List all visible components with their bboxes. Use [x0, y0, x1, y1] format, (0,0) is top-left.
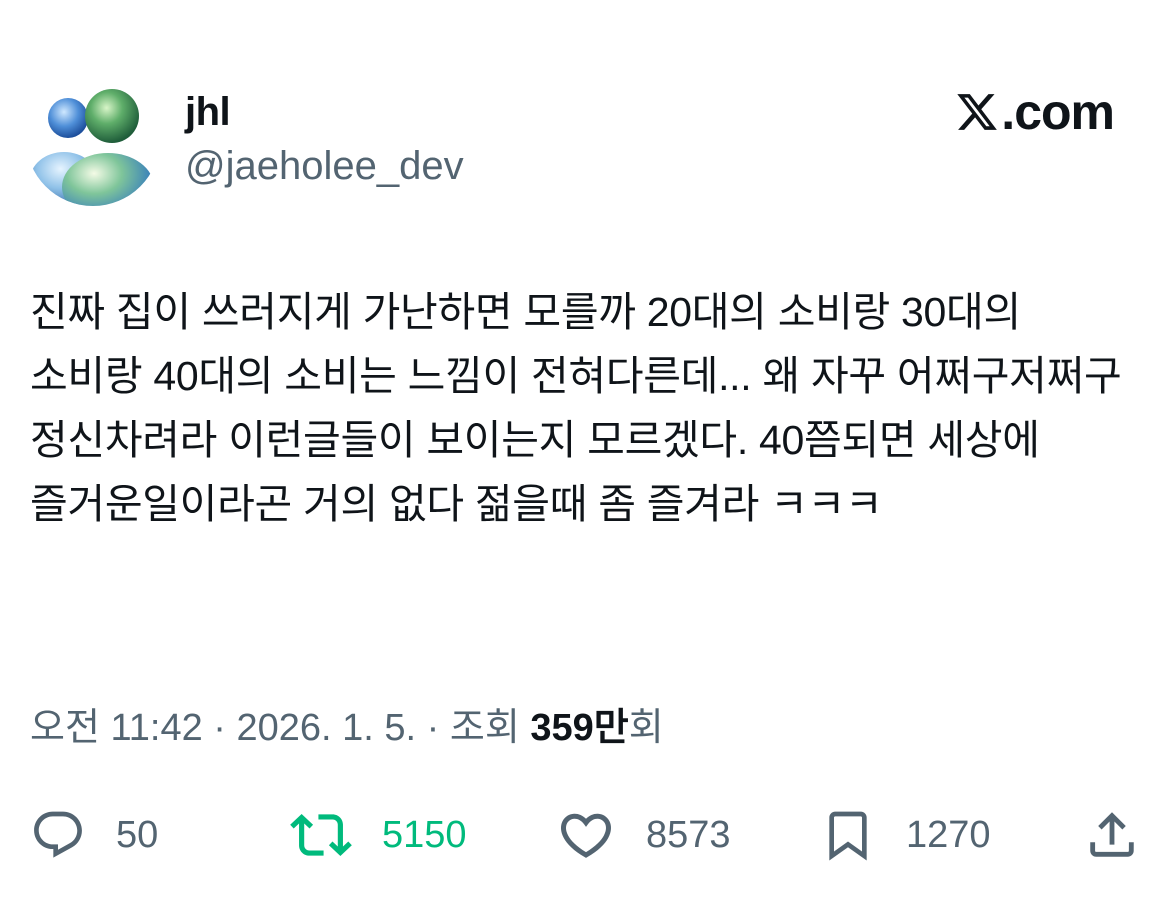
tweet-meta: 오전 11:42 · 2026. 1. 5. · 조회 359만회 — [30, 700, 664, 756]
heart-icon — [560, 813, 612, 858]
share-icon — [1090, 812, 1134, 857]
like-count: 8573 — [646, 814, 731, 856]
retweet-count: 5150 — [382, 814, 467, 856]
bookmark-icon — [829, 811, 867, 861]
retweet-button[interactable]: 5150 — [290, 800, 467, 870]
brand-label: .com — [1001, 84, 1115, 140]
view-count: 359만 — [530, 707, 629, 749]
reply-button[interactable]: 50 — [30, 800, 158, 870]
two-person-avatar-icon — [26, 72, 160, 206]
like-button[interactable]: 8573 — [556, 800, 731, 870]
user-handle[interactable]: @jaeholee_dev — [185, 140, 464, 192]
view-suffix: 회 — [628, 707, 664, 749]
display-name[interactable]: jhl — [185, 86, 231, 138]
tweet-text: 진짜 집이 쓰러지게 가난하면 모를까 20대의 소비랑 30대의 소비랑 40… — [30, 289, 1122, 527]
avatar[interactable] — [26, 72, 160, 206]
x-logo-icon — [957, 94, 998, 130]
bookmark-button[interactable]: 1270 — [820, 800, 991, 870]
reply-icon — [34, 811, 82, 858]
timestamp-and-views-label[interactable]: 오전 11:42 · 2026. 1. 5. · 조회 — [30, 707, 530, 749]
x-brand: .com — [955, 84, 1115, 140]
share-button[interactable] — [1083, 800, 1141, 870]
bookmark-count: 1270 — [906, 814, 991, 856]
reply-count: 50 — [116, 814, 159, 856]
action-bar: 50 5150 8573 1270 — [0, 800, 1170, 870]
retweet-icon — [290, 814, 352, 856]
